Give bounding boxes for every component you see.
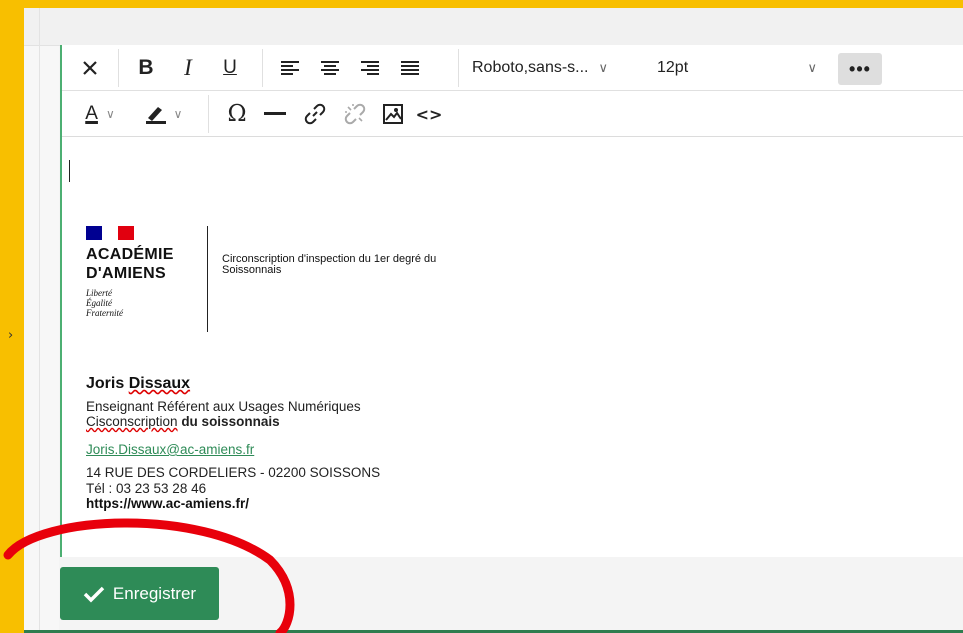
save-button-label: Enregistrer: [112, 583, 197, 603]
first-name: Joris: [86, 375, 125, 392]
bold-button[interactable]: B: [128, 51, 164, 85]
font-size-value: 12pt: [657, 59, 689, 76]
toolbar-separator: [208, 95, 209, 133]
font-size-select[interactable]: 12pt ∨: [657, 51, 827, 85]
align-right-button[interactable]: [352, 51, 388, 85]
motto-fraternite: Fraternité: [86, 308, 123, 318]
signature-name: Joris Dissaux: [86, 375, 190, 393]
special-character-button[interactable]: Ω: [220, 97, 254, 131]
motto-egalite: Égalité: [86, 298, 112, 308]
editor-content[interactable]: ACADÉMIE D'AMIENS Liberté Égalité Frater…: [62, 138, 963, 557]
underline-button[interactable]: U: [212, 51, 248, 85]
justify-button[interactable]: [392, 51, 428, 85]
highlight-color-button[interactable]: ∨: [132, 97, 194, 131]
text-cursor: [69, 160, 70, 182]
font-family-select[interactable]: Roboto,sans-s... ∨: [472, 51, 647, 85]
toolbar-row-2: A ∨ ∨ Ω <>: [62, 91, 963, 137]
align-left-icon: [281, 61, 299, 75]
text-color-label: A: [85, 103, 98, 124]
source-code-button[interactable]: <>: [412, 97, 446, 131]
italic-button[interactable]: I: [170, 51, 206, 85]
circonscription-line-2: Soissonnais: [222, 264, 282, 276]
motto-liberte: Liberté: [86, 288, 112, 298]
circ-word: Cisconscription: [86, 414, 178, 429]
clear-format-button[interactable]: [72, 51, 108, 85]
editor-toolbar: B I U Roboto,sans-s... ∨ 12pt ∨ ••• A ∨ …: [62, 45, 963, 137]
align-right-icon: [361, 61, 379, 75]
horizontal-line-icon: [264, 112, 286, 115]
save-button[interactable]: Enregistrer: [60, 567, 219, 620]
align-center-button[interactable]: [312, 51, 348, 85]
logo-divider: [207, 226, 208, 332]
arrow-icon: ›: [8, 328, 14, 343]
horizontal-line-button[interactable]: [258, 97, 292, 131]
signature-email-link[interactable]: Joris.Dissaux@ac-amiens.fr: [86, 442, 254, 457]
circ-rest: du soissonnais: [181, 414, 280, 429]
yellow-frame-top: [0, 0, 963, 8]
unlink-icon: [344, 103, 366, 125]
signature-phone: Tél : 03 23 53 28 46: [86, 481, 207, 496]
logo-motto: Liberté Égalité Fraternité: [86, 288, 123, 318]
font-family-value: Roboto,sans-s...: [472, 59, 589, 76]
align-left-button[interactable]: [272, 51, 308, 85]
toolbar-separator: [262, 49, 263, 87]
chevron-down-icon: ∨: [105, 107, 115, 121]
last-name: Dissaux: [128, 375, 191, 392]
check-icon: [83, 586, 105, 602]
chevron-down-icon: ∨: [598, 60, 609, 76]
vertical-divider: [39, 8, 40, 633]
toolbar-row-1: B I U Roboto,sans-s... ∨ 12pt ∨ •••: [62, 45, 963, 91]
image-icon: [383, 104, 403, 124]
chevron-down-icon: ∨: [173, 107, 183, 121]
signature-url: https://www.ac-amiens.fr/: [86, 496, 250, 511]
link-icon: [304, 103, 326, 125]
more-button[interactable]: •••: [838, 53, 882, 85]
justify-icon: [401, 61, 419, 75]
yellow-frame-left: ›: [0, 0, 24, 633]
signature-circonscription: Cisconscription du soissonnais: [86, 414, 280, 429]
link-button[interactable]: [298, 97, 332, 131]
highlighter-icon: [145, 107, 166, 124]
unlink-button[interactable]: [338, 97, 372, 131]
image-button[interactable]: [376, 97, 410, 131]
republic-flag-icon: [86, 226, 134, 240]
academie-logo: ACADÉMIE D'AMIENS Liberté Égalité Frater…: [86, 226, 216, 336]
close-icon: [83, 61, 97, 75]
left-strip: [24, 46, 59, 633]
circonscription-text: Circonscription d'inspection du 1er degr…: [222, 254, 522, 276]
logo-line-2: D'AMIENS: [86, 265, 166, 282]
chevron-down-icon: ∨: [807, 60, 817, 76]
page-header-strip: [24, 8, 963, 46]
rich-text-editor[interactable]: B I U Roboto,sans-s... ∨ 12pt ∨ ••• A ∨ …: [60, 45, 963, 557]
toolbar-separator: [118, 49, 119, 87]
text-color-button[interactable]: A ∨: [70, 97, 130, 131]
toolbar-separator: [458, 49, 459, 87]
align-center-icon: [321, 61, 339, 75]
signature-role: Enseignant Référent aux Usages Numérique…: [86, 399, 361, 414]
signature-address: 14 RUE DES CORDELIERS - 02200 SOISSONS: [86, 465, 381, 480]
logo-line-1: ACADÉMIE: [86, 246, 174, 263]
